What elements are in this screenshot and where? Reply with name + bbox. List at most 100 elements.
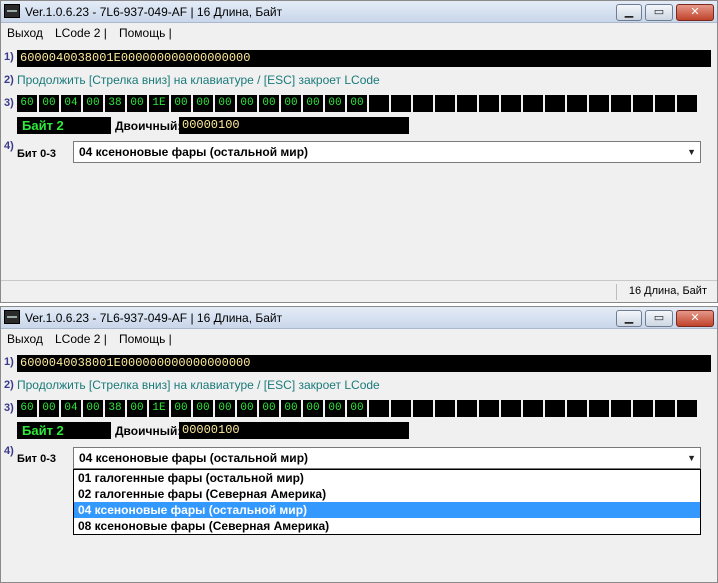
byte-cell: 00: [325, 95, 345, 112]
byte-label: Байт 2: [17, 117, 111, 134]
window-title: Ver.1.0.6.23 - 7L6-937-049-AF | 16 Длина…: [25, 5, 283, 19]
byte-cell: [677, 95, 697, 112]
row-number-3: 3): [4, 402, 14, 414]
byte-cell: 00: [303, 95, 323, 112]
byte-cell: 00: [39, 95, 59, 112]
byte-cell: 00: [83, 400, 103, 417]
binary-value: 00000100: [179, 422, 409, 439]
title-bar[interactable]: Ver.1.0.6.23 - 7L6-937-049-AF | 16 Длина…: [1, 307, 717, 329]
byte-cell: 00: [259, 400, 279, 417]
byte-cell: 00: [237, 95, 257, 112]
row-number-4: 4): [4, 140, 14, 152]
byte-cell: 00: [215, 400, 235, 417]
byte-cell: 00: [193, 400, 213, 417]
row-number-3: 3): [4, 97, 14, 109]
byte-cell: 60: [17, 95, 37, 112]
byte-cell: [435, 400, 455, 417]
byte-cell: [545, 400, 565, 417]
menu-lcode2[interactable]: LCode 2 |: [55, 26, 107, 40]
byte-cell: [567, 95, 587, 112]
menu-exit[interactable]: Выход: [7, 26, 43, 40]
menu-bar: Выход LCode 2 | Помощь |: [1, 329, 717, 349]
byte-cell: 00: [281, 95, 301, 112]
byte-cell: 00: [347, 400, 367, 417]
byte-cell: 00: [281, 400, 301, 417]
menu-help[interactable]: Помощь |: [119, 332, 172, 346]
title-bar[interactable]: Ver.1.0.6.23 - 7L6-937-049-AF | 16 Длина…: [1, 1, 717, 23]
byte-cell: [413, 400, 433, 417]
chevron-down-icon[interactable]: ▼: [687, 142, 696, 162]
byte-cell: 1E: [149, 95, 169, 112]
byte-cell: [567, 400, 587, 417]
byte-cell: 04: [61, 95, 81, 112]
row-number-1: 1): [4, 356, 14, 368]
hint-text: Продолжить [Стрелка вниз] на клавиатуре …: [17, 378, 380, 392]
bit-select-value: 04 ксеноновые фары (остальной мир): [79, 451, 309, 465]
byte-cell: [501, 95, 521, 112]
app-icon: [4, 4, 20, 18]
row-number-2: 2): [4, 74, 14, 86]
byte-cell: 00: [127, 95, 147, 112]
app-icon: [4, 310, 20, 324]
status-bar: 16 Длина, Байт: [1, 280, 717, 302]
byte-cell: 00: [347, 95, 367, 112]
byte-cell: 1E: [149, 400, 169, 417]
menu-help[interactable]: Помощь |: [119, 26, 172, 40]
hex-string-field: 6000040038001E000000000000000000: [17, 355, 711, 372]
dropdown-option[interactable]: 02 галогенные фары (Северная Америка): [74, 486, 700, 502]
row-number-4: 4): [4, 445, 14, 457]
menu-lcode2[interactable]: LCode 2 |: [55, 332, 107, 346]
byte-cell: 00: [127, 400, 147, 417]
byte-cell: 00: [237, 400, 257, 417]
byte-cell: [655, 400, 675, 417]
binary-value: 00000100: [179, 117, 409, 134]
byte-cell: [479, 400, 499, 417]
byte-cell: [369, 400, 389, 417]
byte-cell: 00: [215, 95, 235, 112]
byte-cell: [391, 400, 411, 417]
byte-label: Байт 2: [17, 422, 111, 439]
row-number-2: 2): [4, 379, 14, 391]
bit-label: Бит 0-3: [17, 453, 57, 465]
bit-dropdown-list: 01 галогенные фары (остальной мир) 02 гал…: [73, 469, 701, 535]
menu-exit[interactable]: Выход: [7, 332, 43, 346]
byte-cell: [523, 400, 543, 417]
close-button[interactable]: ✕: [676, 310, 714, 327]
binary-label: Двоичный:: [115, 424, 182, 438]
minimize-button[interactable]: ▁: [616, 310, 642, 327]
menu-bar: Выход LCode 2 | Помощь |: [1, 23, 717, 43]
dropdown-option[interactable]: 08 ксеноновые фары (Северная Америка): [74, 518, 700, 534]
byte-cell: 00: [259, 95, 279, 112]
lcode-window-collapsed: Ver.1.0.6.23 - 7L6-937-049-AF | 16 Длина…: [0, 0, 718, 303]
byte-cell: [633, 400, 653, 417]
byte-cell: 00: [193, 95, 213, 112]
byte-cell: [457, 400, 477, 417]
bit-select-value: 04 ксеноновые фары (остальной мир): [79, 145, 309, 159]
bit-select[interactable]: 04 ксеноновые фары (остальной мир) ▼: [73, 141, 701, 163]
bit-select[interactable]: 04 ксеноновые фары (остальной мир) ▼: [73, 447, 701, 469]
hex-string-field: 6000040038001E000000000000000000: [17, 50, 711, 67]
close-button[interactable]: ✕: [676, 4, 714, 21]
byte-cell: [391, 95, 411, 112]
byte-cell: [501, 400, 521, 417]
byte-cell: [611, 95, 631, 112]
byte-cell: 38: [105, 400, 125, 417]
byte-cell: 60: [17, 400, 37, 417]
byte-cells: 60 00 04 00 38 00 1E 00 00 00 00 00 00 00 00 00: [17, 95, 699, 112]
row-number-1: 1): [4, 51, 14, 63]
byte-cell: 00: [171, 400, 191, 417]
hint-text: Продолжить [Стрелка вниз] на клавиатуре …: [17, 73, 380, 87]
dropdown-option[interactable]: 01 галогенные фары (остальной мир): [74, 470, 700, 486]
byte-cell: [611, 400, 631, 417]
byte-cell: 38: [105, 95, 125, 112]
minimize-button[interactable]: ▁: [616, 4, 642, 21]
byte-cell: 00: [325, 400, 345, 417]
dropdown-option[interactable]: 04 ксеноновые фары (остальной мир): [74, 502, 700, 518]
byte-cell: [589, 400, 609, 417]
byte-cell: [457, 95, 477, 112]
chevron-down-icon[interactable]: ▼: [687, 448, 696, 468]
byte-cell: [633, 95, 653, 112]
byte-cell: [435, 95, 455, 112]
maximize-button[interactable]: ▭: [645, 4, 673, 21]
maximize-button[interactable]: ▭: [645, 310, 673, 327]
